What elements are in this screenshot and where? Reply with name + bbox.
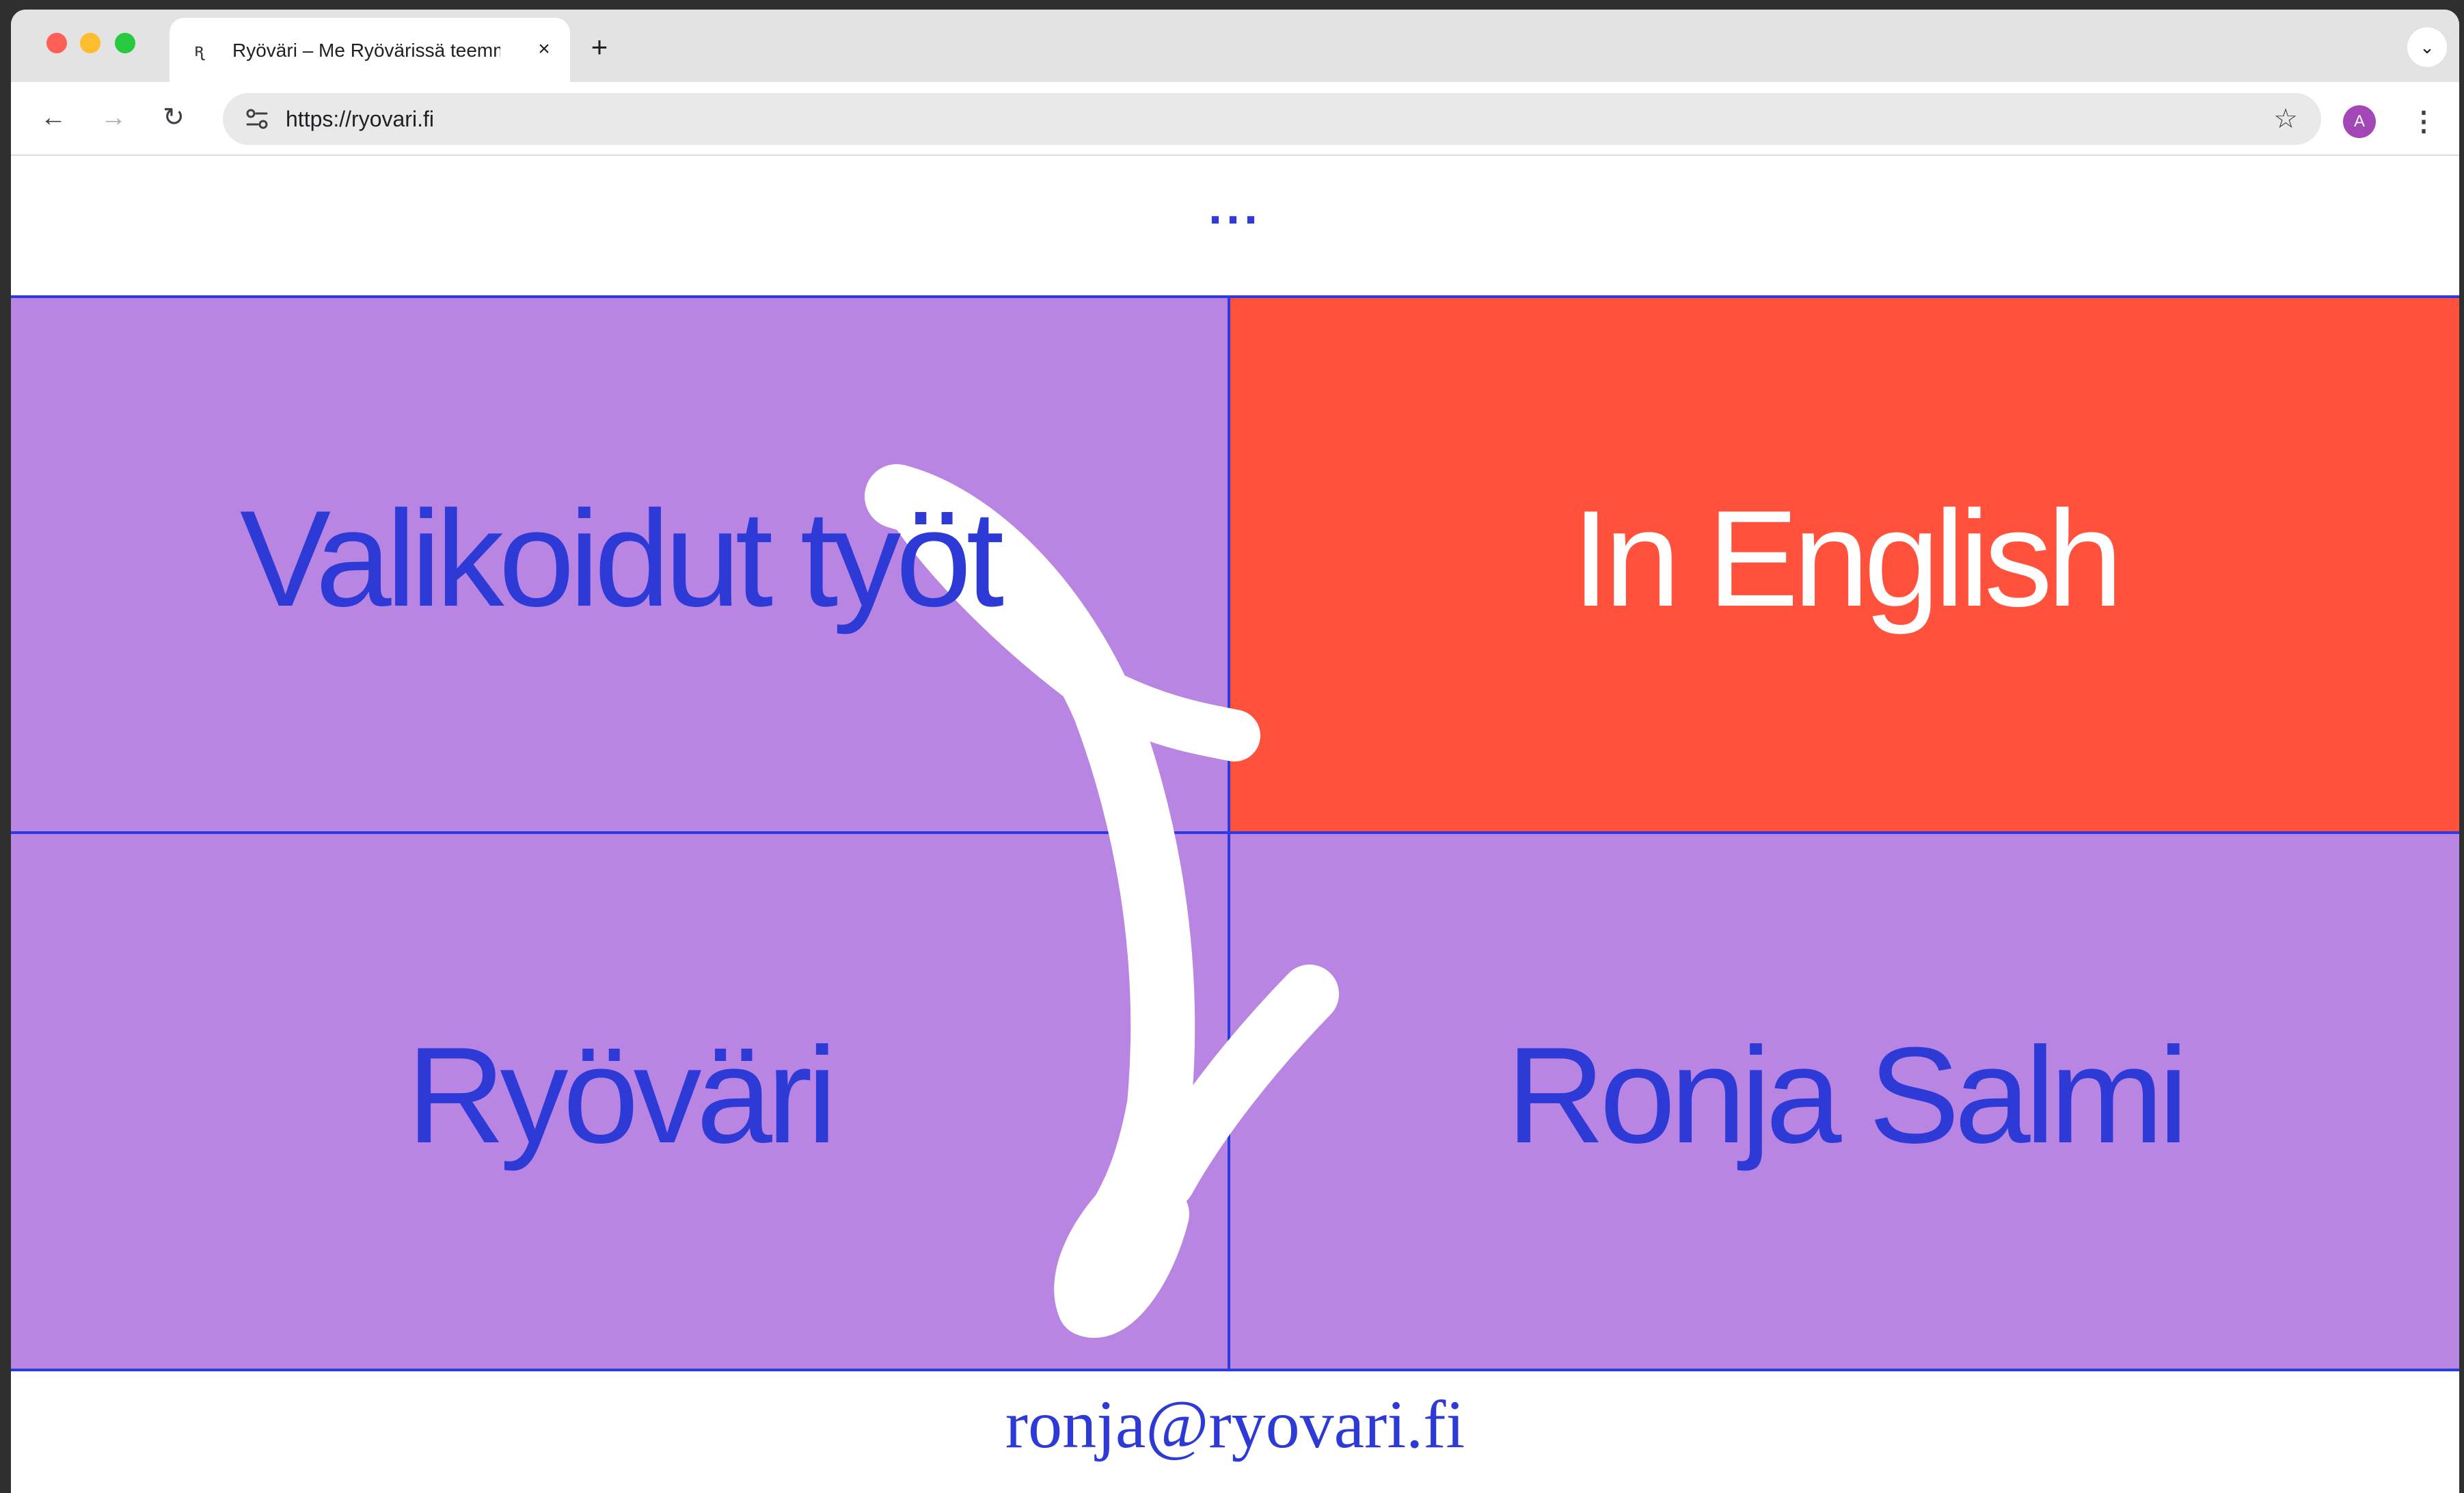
site-settings-icon[interactable]: [243, 105, 271, 133]
browser-window: ꭆ Ryöväri – Me Ryövärissä teemme × + ⌄ ←…: [11, 10, 2459, 1493]
tile-ryovari[interactable]: Ryöväri: [11, 834, 1230, 1369]
minimize-window-button[interactable]: [80, 33, 100, 53]
tab-close-icon[interactable]: ×: [529, 34, 559, 64]
close-window-button[interactable]: [46, 33, 67, 53]
back-arrow-icon[interactable]: ←: [34, 98, 72, 137]
browser-menu-icon[interactable]: ⋮: [2410, 103, 2437, 141]
reload-icon[interactable]: ↻: [154, 98, 193, 137]
tab-title: Ryöväri – Me Ryövärissä teemme: [232, 40, 500, 61]
profile-avatar[interactable]: A: [2343, 105, 2376, 138]
tile-label: Valikoidut työt: [239, 483, 1004, 635]
new-tab-button[interactable]: +: [584, 31, 615, 63]
zoom-window-button[interactable]: [115, 33, 135, 53]
tab-strip: ꭆ Ryöväri – Me Ryövärissä teemme × + ⌄: [11, 10, 2459, 82]
tile-label: In English: [1571, 483, 2123, 635]
bookmark-star-icon[interactable]: ☆: [2273, 103, 2298, 135]
address-bar[interactable]: https://ryovari.fi ☆: [223, 93, 2321, 145]
page-content: ... Valikoidut työt In English Ryöväri R…: [11, 156, 2459, 1493]
menu-toggle-button[interactable]: ...: [11, 156, 2459, 295]
forward-arrow-icon[interactable]: →: [94, 98, 133, 137]
site-favicon-icon: ꭆ: [194, 40, 204, 61]
url-text[interactable]: https://ryovari.fi: [286, 93, 434, 145]
tile-grid: Valikoidut työt In English Ryöväri Ronja…: [11, 295, 2459, 1371]
tile-ronja-salmi[interactable]: Ronja Salmi: [1230, 834, 2459, 1369]
active-tab[interactable]: ꭆ Ryöväri – Me Ryövärissä teemme ×: [170, 18, 570, 82]
tile-selected-works[interactable]: Valikoidut työt: [11, 298, 1230, 834]
tab-search-chevron-icon[interactable]: ⌄: [2407, 27, 2447, 67]
tile-label: Ryöväri: [407, 1019, 837, 1172]
tile-label: Ronja Salmi: [1506, 1019, 2189, 1172]
browser-toolbar: ← → ↻ https://ryovari.fi ☆ A ⋮: [11, 82, 2459, 156]
contact-email-link[interactable]: ronja@ryovari.fi: [11, 1371, 2459, 1493]
tile-in-english[interactable]: In English: [1230, 298, 2459, 834]
